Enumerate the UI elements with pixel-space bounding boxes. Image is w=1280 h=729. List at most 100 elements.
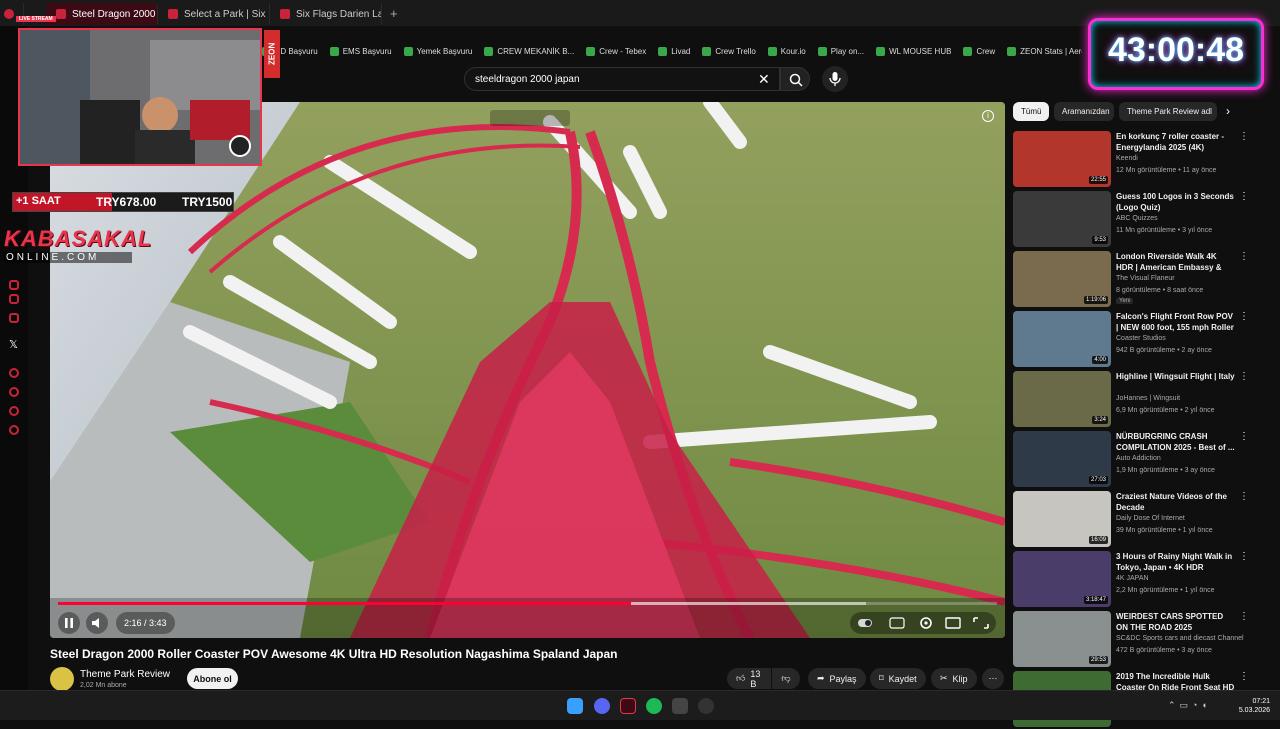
- bookmark-item[interactable]: Livad: [658, 46, 690, 56]
- recommended-title[interactable]: Guess 100 Logos in 3 Seconds (Logo Quiz): [1116, 191, 1236, 213]
- sidebar-app-icon[interactable]: [9, 368, 19, 378]
- video-thumbnail[interactable]: 22:55: [1013, 131, 1111, 187]
- x-icon[interactable]: 𝕏: [9, 338, 18, 351]
- duration-badge: 16:09: [1088, 536, 1108, 544]
- sidebar-app-icon[interactable]: [9, 280, 19, 290]
- bookmark-item[interactable]: Crew Trello: [702, 46, 756, 56]
- bookmark-item[interactable]: WL MOUSE HUB: [876, 46, 951, 56]
- recommended-video[interactable]: 3:18:47 3 Hours of Rainy Night Walk in To…: [1013, 551, 1265, 609]
- search-button[interactable]: [780, 67, 810, 91]
- recommended-video[interactable]: 3:24 Highline | Wingsuit Flight | Italy Jo…: [1013, 371, 1265, 429]
- kebab-menu-icon[interactable]: ⋮: [1239, 671, 1249, 685]
- recommended-video[interactable]: 1:19:06 London Riverside Walk 4K HDR | Am…: [1013, 251, 1265, 309]
- recommended-channel[interactable]: Coaster Studios: [1116, 335, 1166, 342]
- recommended-video[interactable]: 4:00 Falcon's Flight Front Row POV | NEW …: [1013, 311, 1265, 369]
- kebab-menu-icon[interactable]: ⋮: [1239, 551, 1249, 565]
- recommended-title[interactable]: Highline | Wingsuit Flight | Italy: [1116, 371, 1236, 382]
- tab-steel-dragon[interactable]: Steel Dragon 2000 Ro: [46, 3, 158, 25]
- video-thumbnail[interactable]: 3:24: [1013, 371, 1111, 427]
- chip-all[interactable]: Tümü: [1013, 102, 1049, 121]
- bookmark-item[interactable]: CREW MEKANİK B...: [484, 46, 574, 56]
- recommended-channel[interactable]: Auto Addiction: [1116, 455, 1161, 462]
- video-player[interactable]: i 2:16 / 3:43: [50, 102, 1005, 638]
- pause-button[interactable]: [58, 612, 80, 634]
- terminal-icon[interactable]: [672, 698, 688, 714]
- recommended-video[interactable]: 9:53 Guess 100 Logos in 3 Seconds (Logo Q…: [1013, 191, 1265, 249]
- recommended-title[interactable]: Craziest Nature Videos of the Decade: [1116, 491, 1236, 513]
- history-icon[interactable]: [9, 387, 19, 397]
- sidebar-app-icon[interactable]: [9, 406, 19, 416]
- like-button[interactable]: 👍︎ 13 B: [727, 668, 771, 689]
- subscribe-button[interactable]: Abone ol: [187, 668, 238, 689]
- clip-button[interactable]: ✂ Klip: [931, 668, 977, 689]
- recommended-channel[interactable]: SC&DC Sports cars and diecast Channel: [1116, 635, 1244, 642]
- recommended-title[interactable]: London Riverside Walk 4K HDR | American …: [1116, 251, 1236, 273]
- voice-search-button[interactable]: [822, 66, 848, 92]
- kebab-menu-icon[interactable]: ⋮: [1239, 131, 1249, 145]
- tab-darien-lake[interactable]: Six Flags Darien Lake | Six: [270, 3, 382, 25]
- kebab-menu-icon[interactable]: ⋮: [1239, 191, 1249, 205]
- kebab-menu-icon[interactable]: ⋮: [1239, 611, 1249, 625]
- chevron-right-icon[interactable]: ›: [1226, 104, 1242, 120]
- recommended-channel[interactable]: ABC Quizzes: [1116, 215, 1158, 222]
- share-button[interactable]: ➦ Paylaş: [808, 668, 866, 689]
- kebab-menu-icon[interactable]: ⋮: [1239, 431, 1249, 445]
- app-icon[interactable]: [698, 698, 714, 714]
- kebab-menu-icon[interactable]: ⋮: [1239, 491, 1249, 505]
- recommended-video[interactable]: 22:55 En korkunç 7 roller coaster - Energ…: [1013, 131, 1265, 189]
- channel-name[interactable]: Theme Park Review: [80, 669, 170, 680]
- recommended-title[interactable]: En korkunç 7 roller coaster - Energyland…: [1116, 131, 1236, 153]
- settings-icon[interactable]: [9, 425, 19, 435]
- video-thumbnail[interactable]: 1:19:06: [1013, 251, 1111, 307]
- recommended-channel[interactable]: Keendi: [1116, 155, 1138, 162]
- recommended-channel[interactable]: The Visual Flaneur: [1116, 275, 1175, 282]
- bookmark-item[interactable]: Yemek Başvuru: [403, 46, 472, 56]
- recommended-channel[interactable]: 4K JAPAN: [1116, 575, 1149, 582]
- recommended-title[interactable]: 3 Hours of Rainy Night Walk in Tokyo, Ja…: [1116, 551, 1236, 573]
- bookmark-item[interactable]: EMS Başvuru: [329, 46, 392, 56]
- progress-bar[interactable]: [58, 602, 997, 605]
- recommended-channel[interactable]: JoHannes | Wingsuit: [1116, 395, 1180, 402]
- video-thumbnail[interactable]: 9:53: [1013, 191, 1111, 247]
- video-thumbnail[interactable]: 16:09: [1013, 491, 1111, 547]
- volume-button[interactable]: [86, 612, 108, 634]
- kebab-menu-icon[interactable]: ⋮: [1239, 251, 1249, 265]
- more-actions-button[interactable]: ⋯: [982, 668, 1004, 689]
- video-thumbnail[interactable]: 3:18:47: [1013, 551, 1111, 607]
- browser-icon[interactable]: [620, 698, 636, 714]
- recommended-video[interactable]: 29:53 WEIRDEST CARS SPOTTED ON THE ROAD 2…: [1013, 611, 1265, 669]
- kebab-menu-icon[interactable]: ⋮: [1239, 371, 1249, 385]
- spotify-icon[interactable]: [646, 698, 662, 714]
- bookmark-item[interactable]: Kour.io: [767, 46, 806, 56]
- save-button[interactable]: ⌑ Kaydet: [870, 668, 926, 689]
- windows-start-icon[interactable]: [567, 698, 583, 714]
- recommended-title[interactable]: WEIRDEST CARS SPOTTED ON THE ROAD 2025: [1116, 611, 1236, 633]
- system-tray-icons[interactable]: ⌃▭◔◖: [1168, 700, 1224, 712]
- tab-select-park[interactable]: Select a Park | Six Flags: [158, 3, 270, 25]
- video-thumbnail[interactable]: 29:53: [1013, 611, 1111, 667]
- chip-channel[interactable]: Theme Park Review adl: [1119, 102, 1217, 121]
- video-thumbnail[interactable]: 27:03: [1013, 431, 1111, 487]
- discord-icon[interactable]: [594, 698, 610, 714]
- info-icon[interactable]: i: [982, 110, 994, 122]
- system-clock[interactable]: 07:21 5.03.2026: [1230, 697, 1270, 715]
- recommended-channel[interactable]: Daily Dose Of Internet: [1116, 515, 1185, 522]
- sidebar-app-icon[interactable]: [9, 313, 19, 323]
- bookmark-item[interactable]: Crew - Tebex: [586, 46, 646, 56]
- chip-from-search[interactable]: Aramanızdan: [1054, 102, 1114, 121]
- search-input[interactable]: steeldragon 2000 japan: [464, 67, 780, 91]
- bookmark-item[interactable]: ZEON Stats | Aero...: [1007, 46, 1082, 56]
- video-thumbnail[interactable]: 4:00: [1013, 311, 1111, 367]
- bookmark-item[interactable]: Crew: [963, 46, 995, 56]
- recommended-title[interactable]: Falcon's Flight Front Row POV | NEW 600 …: [1116, 311, 1236, 333]
- recommended-video[interactable]: 16:09 Craziest Nature Videos of the Decad…: [1013, 491, 1265, 549]
- clear-search-icon[interactable]: ✕: [758, 70, 770, 88]
- channel-avatar[interactable]: [50, 667, 74, 691]
- sidebar-app-icon[interactable]: [9, 294, 19, 304]
- bookmark-item[interactable]: Play on...: [817, 46, 864, 56]
- recommended-title[interactable]: NÜRBURGRING CRASH COMPILATION 2025 - Bes…: [1116, 431, 1236, 453]
- dislike-button[interactable]: 👎︎: [772, 668, 800, 689]
- new-tab-button[interactable]: +: [382, 6, 406, 21]
- kebab-menu-icon[interactable]: ⋮: [1239, 311, 1249, 325]
- recommended-video[interactable]: 27:03 NÜRBURGRING CRASH COMPILATION 2025 …: [1013, 431, 1265, 489]
